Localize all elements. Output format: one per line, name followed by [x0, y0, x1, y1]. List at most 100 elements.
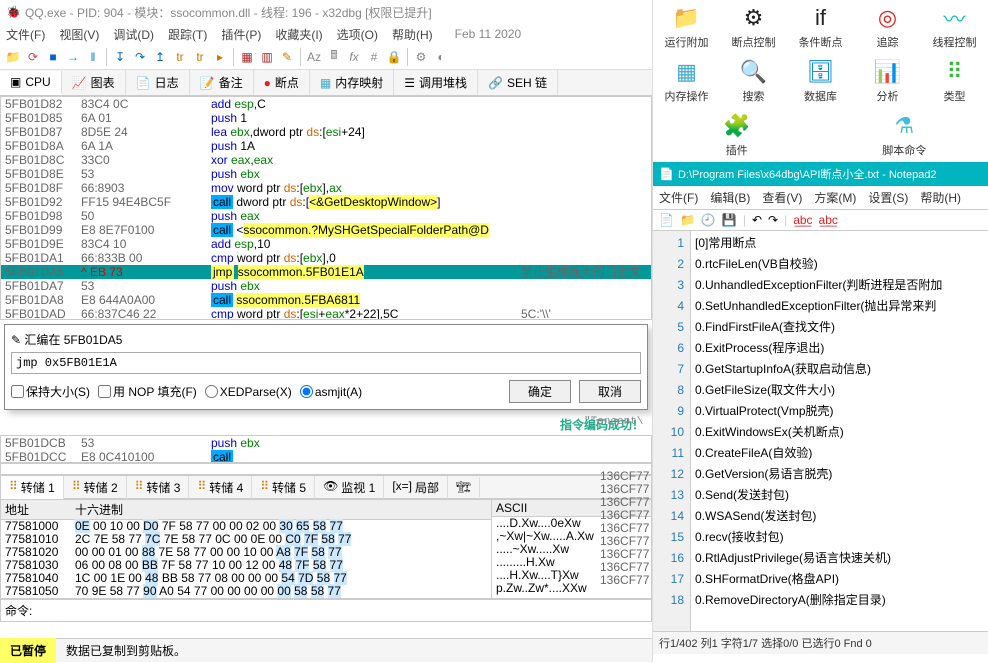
notepad-line[interactable]: 0.UnhandledExceptionFilter(判断进程是否附加: [695, 275, 984, 296]
notepad-line[interactable]: [0]常用断点: [695, 233, 984, 254]
tab-watch[interactable]: 👁监视 1: [315, 476, 384, 499]
menu-fav[interactable]: 收藏夹(I): [275, 26, 322, 43]
tab-struct[interactable]: 🏗: [448, 477, 480, 497]
notepad-line[interactable]: 0.VirtualProtect(Vmp脱壳): [695, 401, 984, 422]
tab-note[interactable]: 📝备注: [190, 70, 254, 95]
open-icon[interactable]: 📁: [4, 48, 22, 66]
tab-chart[interactable]: 📈图表: [62, 70, 126, 95]
menu-help[interactable]: 帮助(H): [392, 26, 433, 43]
disasm-row[interactable]: 5FB01DA166:833B 00cmp word ptr ds:[ebx],…: [1, 251, 651, 265]
command-input[interactable]: [36, 604, 647, 618]
pause-icon[interactable]: ‖: [84, 48, 102, 66]
disasm-row[interactable]: 5FB01DA5^ EB 73jmp ssocommon.5FB01E1A禁止生…: [1, 265, 651, 279]
tab-bp[interactable]: ●断点: [254, 70, 310, 95]
plugin-tool-断点控制[interactable]: ⚙断点控制: [730, 4, 778, 50]
np-new-icon[interactable]: 📄: [659, 213, 674, 227]
menu-debug[interactable]: 调试(D): [113, 26, 154, 43]
disasm-row[interactable]: 5FB01D8A6A 1Apush 1A: [1, 139, 651, 153]
tab-cpu[interactable]: ▣CPU: [0, 71, 62, 95]
plugin-tool-内存操作[interactable]: ▦内存操作: [663, 58, 711, 104]
run-icon[interactable]: →: [64, 48, 82, 66]
trace-into-icon[interactable]: tr: [171, 48, 189, 66]
np-menu-file[interactable]: 文件(F): [659, 189, 698, 206]
np-hist-icon[interactable]: 🕘: [701, 213, 716, 227]
tab-log[interactable]: 📄日志: [126, 70, 190, 95]
plugin-tool-线程控制[interactable]: 〰线程控制: [931, 4, 979, 50]
tab-dump5[interactable]: ⠿转储 5: [252, 476, 315, 499]
notepad-line[interactable]: 0.ExitWindowsEx(关机断点): [695, 422, 984, 443]
patch-icon[interactable]: ▥: [258, 48, 276, 66]
plugin-tool-条件断点[interactable]: if条件断点: [797, 4, 845, 50]
menu-file[interactable]: 文件(F): [6, 26, 45, 43]
disasm-row[interactable]: 5FB01D8E53push ebx: [1, 167, 651, 181]
tab-mem[interactable]: ▦内存映射: [310, 70, 394, 95]
notepad-line[interactable]: 0.FindFirstFileA(查找文件): [695, 317, 984, 338]
menu-view[interactable]: 视图(V): [59, 26, 99, 43]
np-open-icon[interactable]: 📁: [680, 213, 695, 227]
tab-dump4[interactable]: ⠿转储 4: [189, 476, 252, 499]
disassembly-view[interactable]: 5FB01D8283C4 0Cadd esp,C5FB01D856A 01pus…: [0, 96, 652, 320]
cancel-button[interactable]: 取消: [579, 380, 641, 403]
grid-icon[interactable]: ▦: [238, 48, 256, 66]
notepad-text[interactable]: [0]常用断点0.rtcFileLen(VB自校验)0.UnhandledExc…: [691, 231, 988, 631]
run-to-icon[interactable]: ▸: [211, 48, 229, 66]
tab-dump3[interactable]: ⠿转储 3: [127, 476, 190, 499]
np-find-icon[interactable]: a͟b͟c: [793, 213, 812, 227]
tab-locals[interactable]: [x=]局部: [384, 476, 448, 499]
tab-dump1[interactable]: ⠿转储 1: [1, 476, 64, 499]
disasm-row[interactable]: 5FB01DCCE8 0C410100call: [1, 450, 651, 463]
restart-icon[interactable]: ⟳: [24, 48, 42, 66]
menu-trace[interactable]: 跟踪(T): [168, 26, 207, 43]
plugin-tool-追踪[interactable]: ◎追踪: [864, 4, 912, 50]
np-menu-help[interactable]: 帮助(H): [920, 189, 961, 206]
step-out-icon[interactable]: ↥: [151, 48, 169, 66]
notepad-line[interactable]: 0.SHFormatDrive(格盘API): [695, 569, 984, 590]
str-icon[interactable]: Az: [305, 48, 323, 66]
settings-icon[interactable]: ⚙: [412, 48, 430, 66]
notepad-line[interactable]: 0.GetStartupInfoA(获取启动信息): [695, 359, 984, 380]
step-over-icon[interactable]: ↷: [131, 48, 149, 66]
disasm-row[interactable]: 5FB01DA8E8 644A0A00call ssocommon.5FBA68…: [1, 293, 651, 307]
keep-size-checkbox[interactable]: 保持大小(S): [11, 383, 90, 400]
np-redo-icon[interactable]: ↷: [768, 213, 778, 227]
plugin-tool-脚本命令[interactable]: ⚗脚本命令: [880, 112, 928, 158]
calc-icon[interactable]: 🖩: [325, 48, 343, 66]
assemble-input[interactable]: [11, 352, 641, 374]
disasm-row[interactable]: 5FB01D878D5E 24lea ebx,dword ptr ds:[esi…: [1, 125, 651, 139]
np-menu-settings[interactable]: 设置(S): [868, 189, 908, 206]
notepad-line[interactable]: 0.GetVersion(易语言脱壳): [695, 464, 984, 485]
np-menu-scheme[interactable]: 方案(M): [814, 189, 856, 206]
notepad-line[interactable]: 0.recv(接收封包): [695, 527, 984, 548]
np-menu-edit[interactable]: 编辑(B): [710, 189, 750, 206]
disasm-row[interactable]: 5FB01D99E8 8E7F0100call <ssocommon.?MySH…: [1, 223, 651, 237]
fx-icon[interactable]: fx: [345, 48, 363, 66]
np-undo-icon[interactable]: ↶: [752, 213, 762, 227]
lock-icon[interactable]: 🔒: [385, 48, 403, 66]
theme-icon[interactable]: ◐: [432, 48, 450, 66]
disasm-row[interactable]: 5FB01D92FF15 94E4BC5Fcall dword ptr ds:[…: [1, 195, 651, 209]
disasm-row[interactable]: 5FB01DA753push ebx: [1, 279, 651, 293]
disasm-row[interactable]: 5FB01D9E83C4 10add esp,10: [1, 237, 651, 251]
tab-dump2[interactable]: ⠿转储 2: [64, 476, 127, 499]
notepad-line[interactable]: 0.GetFileSize(取文件大小): [695, 380, 984, 401]
plugin-tool-运行附加[interactable]: 📁运行附加: [663, 4, 711, 50]
plugin-tool-搜索[interactable]: 🔍搜索: [730, 58, 778, 104]
plugin-tool-数据库[interactable]: 🗄数据库: [797, 58, 845, 104]
disasm-row[interactable]: 5FB01D8F66:8903mov word ptr ds:[ebx],ax: [1, 181, 651, 195]
notepad-line[interactable]: 0.WSASend(发送封包): [695, 506, 984, 527]
hex-dump[interactable]: 地址 7758100077581010775810207758103077581…: [0, 499, 652, 599]
notepad-line[interactable]: 0.RtlAdjustPrivilege(易语言快速关机): [695, 548, 984, 569]
disasm-row[interactable]: 5FB01D9850push eax: [1, 209, 651, 223]
notepad-line[interactable]: 0.rtcFileLen(VB自校验): [695, 254, 984, 275]
disasm-row[interactable]: 5FB01DCB53push ebx: [1, 436, 651, 450]
notepad-line[interactable]: 0.ExitProcess(程序退出): [695, 338, 984, 359]
hash-icon[interactable]: #: [365, 48, 383, 66]
disasm-row[interactable]: 5FB01DAD66:837C46 22 cmp word ptr ds:[es…: [1, 307, 651, 320]
np-menu-view[interactable]: 查看(V): [762, 189, 802, 206]
asmjit-radio[interactable]: asmjit(A): [300, 385, 362, 399]
notepad-line[interactable]: 0.SetUnhandledExceptionFilter(抛出异常来判: [695, 296, 984, 317]
notepad-line[interactable]: 0.RemoveDirectoryA(删除指定目录): [695, 590, 984, 611]
tab-seh[interactable]: 🔗SEH 链: [478, 70, 558, 95]
step-into-icon[interactable]: ↧: [111, 48, 129, 66]
plugin-tool-插件[interactable]: 🧩插件: [713, 112, 761, 158]
